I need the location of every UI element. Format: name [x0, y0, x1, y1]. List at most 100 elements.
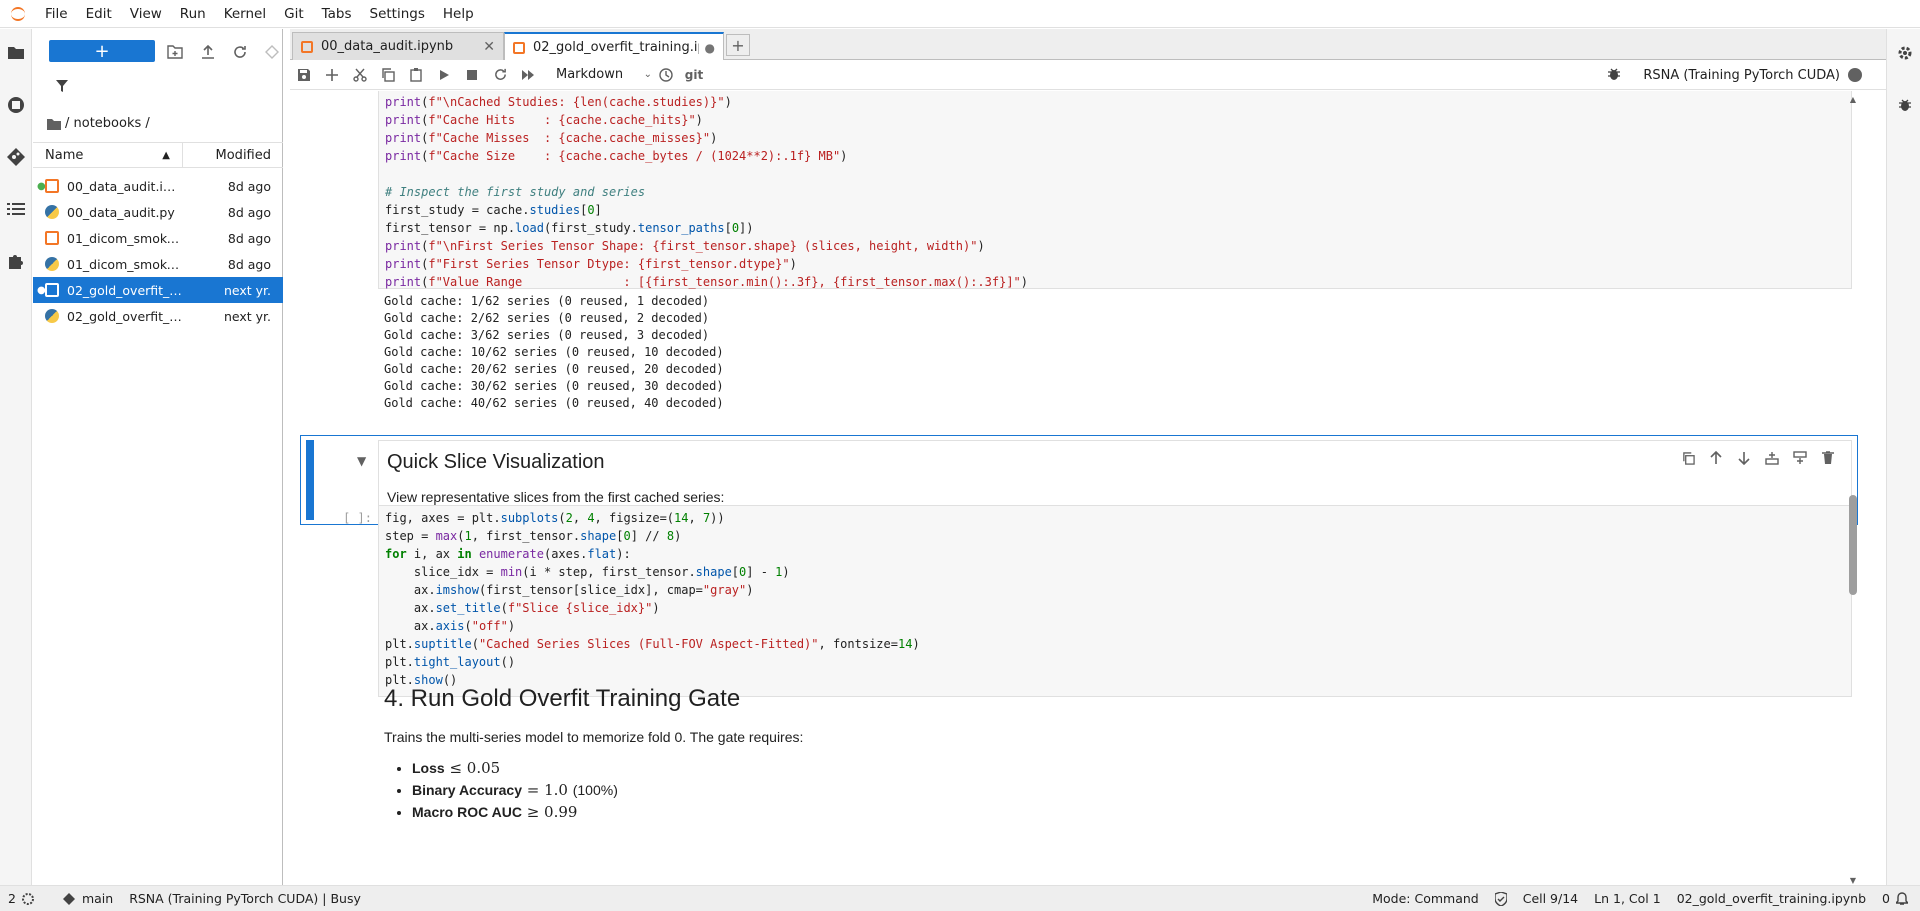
requirement-item: Binary Accuracy = 1.0 (100%) — [412, 779, 1858, 801]
status-bar: 2 main RSNA (Training PyTorch CUDA) | Bu… — [0, 885, 1920, 911]
folder-icon[interactable] — [6, 43, 26, 63]
file-modified: next yr. — [223, 308, 271, 324]
move-up-icon[interactable] — [1707, 449, 1725, 467]
running-dot-icon: ● — [37, 180, 46, 192]
python-file-icon — [45, 205, 59, 219]
duplicate-cell-icon[interactable] — [1679, 449, 1697, 467]
kernel-selector[interactable]: RSNA (Training PyTorch CUDA) — [1643, 60, 1862, 90]
restart-icon[interactable] — [486, 61, 514, 89]
scroll-up-icon[interactable]: ▲ — [1848, 95, 1858, 104]
menu-help[interactable]: Help — [434, 0, 483, 28]
python-file-icon — [45, 309, 59, 323]
requirement-item: Loss ≤ 0.05 — [412, 757, 1858, 779]
kernel-status-text[interactable]: RSNA (Training PyTorch CUDA) | Busy — [121, 891, 369, 906]
insert-above-icon[interactable] — [1763, 449, 1781, 467]
file-row[interactable]: ● 00_data_audit.ipynb 8d ago — [33, 173, 283, 199]
debug-icon[interactable] — [1606, 66, 1624, 84]
gate-requirements-list: Loss ≤ 0.05 Binary Accuracy = 1.0 (100%)… — [384, 757, 1858, 823]
markdown-heading: Quick Slice Visualization — [387, 451, 605, 473]
file-row[interactable]: ● 02_gold_overfit_training.ipynb next yr. — [33, 277, 283, 303]
stop-icon[interactable] — [458, 61, 486, 89]
run-icon[interactable] — [430, 61, 458, 89]
left-activity-bar — [0, 29, 32, 885]
cell-action-toolbar — [1679, 449, 1837, 467]
unsaved-dot-icon[interactable]: ● — [699, 41, 715, 55]
paste-icon[interactable] — [402, 61, 430, 89]
code-cell-input[interactable]: fig, axes = plt.subplots(2, 4, figsize=(… — [378, 505, 1852, 697]
menu-file[interactable]: File — [36, 0, 77, 28]
property-inspector-gear-icon[interactable] — [1895, 43, 1915, 63]
refresh-icon[interactable] — [231, 43, 249, 61]
git-diff-button[interactable]: git — [680, 61, 708, 89]
scroll-down-icon[interactable]: ▼ — [1848, 876, 1858, 885]
modified-column-header[interactable]: Modified — [183, 148, 283, 163]
fast-forward-icon[interactable] — [514, 61, 542, 89]
main-area: 00_data_audit.ipynb ✕ 02_gold_overfit_tr… — [290, 29, 1886, 885]
save-icon[interactable] — [290, 61, 318, 89]
file-name: 01_dicom_smoke_test.ipynb — [67, 230, 183, 246]
trusted-shield-icon[interactable] — [1487, 891, 1515, 906]
cursor-position[interactable]: Ln 1, Col 1 — [1586, 891, 1669, 906]
cell-collapser[interactable] — [306, 440, 314, 520]
right-activity-bar — [1886, 29, 1920, 885]
sort-asc-icon: ▲ — [162, 149, 170, 161]
menu-run[interactable]: Run — [171, 0, 215, 28]
name-column-header[interactable]: Name ▲ — [33, 143, 183, 167]
file-modified: 8d ago — [227, 204, 271, 220]
close-icon[interactable]: ✕ — [477, 39, 495, 55]
menu-settings[interactable]: Settings — [361, 0, 434, 28]
menu-kernel[interactable]: Kernel — [215, 0, 275, 28]
new-launcher-button[interactable]: + — [49, 40, 155, 62]
file-row[interactable]: 00_data_audit.py 8d ago — [33, 199, 283, 225]
breadcrumb-path[interactable]: / notebooks / — [65, 116, 150, 131]
bell-icon — [1896, 891, 1908, 905]
file-browser: + / notebooks / Name ▲ Modified ● 00_data… — [33, 29, 283, 885]
extensions-icon[interactable] — [6, 251, 26, 271]
table-of-contents-icon[interactable] — [6, 199, 26, 219]
cut-icon[interactable] — [346, 61, 374, 89]
move-down-icon[interactable] — [1735, 449, 1753, 467]
running-dot-icon: ● — [37, 284, 46, 296]
file-modified: 8d ago — [227, 178, 271, 194]
add-tab-button[interactable]: + — [726, 34, 750, 56]
git-branch[interactable]: main — [54, 891, 121, 906]
cell-type-select[interactable]: Markdown ⌄ — [556, 67, 652, 82]
insert-below-icon[interactable] — [1791, 449, 1809, 467]
menu-tabs[interactable]: Tabs — [313, 0, 361, 28]
breadcrumb[interactable]: / notebooks / — [47, 116, 150, 131]
menu-git[interactable]: Git — [275, 0, 313, 28]
collapse-caret-icon[interactable]: ▼ — [357, 454, 366, 468]
tab-02-gold-overfit-training[interactable]: 02_gold_overfit_training.ipynb ● — [504, 32, 724, 61]
execution-prompt: [ ]: — [343, 511, 372, 525]
git-clone-icon[interactable] — [263, 43, 281, 61]
clock-icon[interactable] — [652, 61, 680, 89]
notification-count[interactable]: 0 — [1874, 891, 1920, 906]
file-row[interactable]: 01_dicom_smoke_test.ipynb 8d ago — [33, 225, 283, 251]
file-row[interactable]: 01_dicom_smoke_test.py 8d ago — [33, 251, 283, 277]
notebook-panel[interactable]: print(f"\nCached Studies: {len(cache.stu… — [290, 91, 1886, 885]
markdown-cell[interactable]: 4. Run Gold Overfit Training Gate Trains… — [384, 685, 1858, 823]
menu-view[interactable]: View — [121, 0, 171, 28]
file-name: 02_gold_overfit_training.ipynb — [67, 282, 183, 298]
copy-icon[interactable] — [374, 61, 402, 89]
file-row[interactable]: 02_gold_overfit_training.py next yr. — [33, 303, 283, 329]
running-count[interactable]: 2 — [0, 891, 42, 906]
delete-cell-icon[interactable] — [1819, 449, 1837, 467]
scroll-thumb[interactable] — [1849, 495, 1857, 595]
git-branch-icon — [62, 892, 75, 905]
file-name: 00_data_audit.ipynb — [67, 178, 183, 194]
debugger-icon[interactable] — [1895, 95, 1915, 115]
file-name: 00_data_audit.py — [67, 204, 175, 220]
running-icon[interactable] — [6, 95, 26, 115]
notebook-scrollbar[interactable]: ▲ ▼ — [1848, 95, 1858, 885]
tab-00-data-audit[interactable]: 00_data_audit.ipynb ✕ — [292, 32, 504, 60]
insert-cell-icon[interactable] — [318, 61, 346, 89]
menu-edit[interactable]: Edit — [77, 0, 121, 28]
git-icon[interactable] — [6, 147, 26, 167]
code-cell-input[interactable]: print(f"\nCached Studies: {len(cache.stu… — [378, 91, 1852, 289]
markdown-text: View representative slices from the firs… — [387, 489, 725, 505]
requirement-item: Macro ROC AUC ≥ 0.99 — [412, 801, 1858, 823]
upload-icon[interactable] — [199, 43, 217, 61]
new-folder-icon[interactable] — [166, 43, 184, 61]
filter-icon[interactable] — [55, 79, 73, 97]
